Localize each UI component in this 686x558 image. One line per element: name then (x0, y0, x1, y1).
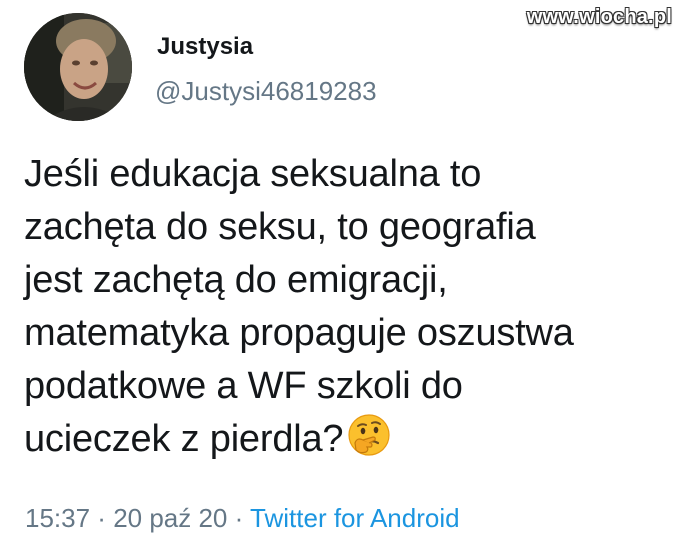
avatar-photo (24, 13, 132, 121)
separator: · (90, 503, 114, 533)
tweet-line: Jeśli edukacja seksualna to (24, 153, 482, 195)
tweet-card: www.wiocha.pl Justysia @Justysi46819283 … (0, 0, 686, 558)
tweet-line: zachęta do seksu, to geografia (24, 206, 536, 248)
author-handle[interactable]: @Justysi46819283 (155, 76, 377, 107)
tweet-line: matematyka propaguje oszustwa (24, 312, 574, 354)
tweet-meta: 15:37 · 20 paź 20 · Twitter for Android (25, 503, 460, 534)
tweet-date[interactable]: 20 paź 20 (113, 503, 227, 533)
tweet-line: ucieczek z pierdla? (24, 418, 344, 460)
author-name[interactable]: Justysia (157, 33, 253, 61)
thinking-face-icon (347, 413, 391, 457)
separator: · (227, 503, 251, 533)
tweet-line-last: ucieczek z pierdla? (24, 413, 674, 466)
tweet-line: jest zachętą do emigracji, (24, 259, 448, 301)
tweet-line: podatkowe a WF szkoli do (24, 365, 463, 407)
watermark: www.wiocha.pl (526, 6, 672, 28)
avatar[interactable] (24, 13, 132, 121)
tweet-text: Jeśli edukacja seksualna to zachęta do s… (24, 148, 674, 466)
tweet-source-link[interactable]: Twitter for Android (250, 503, 460, 533)
tweet-time[interactable]: 15:37 (25, 503, 90, 533)
